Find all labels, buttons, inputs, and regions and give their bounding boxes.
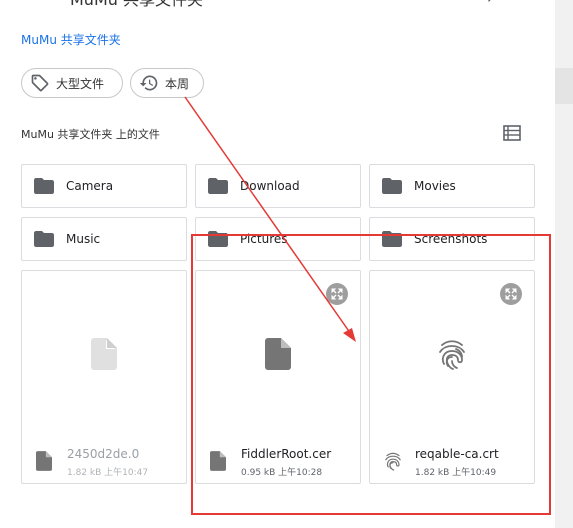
folder-label: Movies — [414, 179, 456, 193]
fingerprint-icon — [385, 452, 401, 471]
folder-screenshots[interactable]: Screenshots — [369, 217, 535, 261]
list-view-icon[interactable] — [503, 125, 521, 141]
folder-movies[interactable]: Movies — [369, 164, 535, 208]
tag-icon — [31, 74, 49, 92]
folder-label: Music — [66, 232, 101, 246]
chip-this-week[interactable]: 本周 — [130, 68, 204, 98]
history-icon — [139, 75, 158, 91]
document-icon — [265, 338, 291, 370]
file-preview — [22, 271, 186, 437]
document-icon — [36, 451, 52, 471]
folder-icon — [208, 178, 228, 194]
folder-music[interactable]: Music — [21, 217, 187, 261]
document-icon — [91, 338, 117, 370]
background-strip — [555, 68, 573, 104]
folder-label: Camera — [66, 179, 114, 193]
folder-pictures[interactable]: Pictures — [195, 217, 361, 261]
file-meta: 1.82 kB 上午10:49 — [415, 468, 497, 478]
file-card-fiddlerroot[interactable]: FiddlerRoot.cer 0.95 kB 上午10:28 — [195, 270, 361, 484]
document-icon — [210, 451, 226, 471]
file-meta: 0.95 kB 上午10:28 — [241, 468, 323, 478]
breadcrumb-root[interactable]: MuMu 共享文件夹 — [21, 31, 121, 48]
folder-download[interactable]: Download — [195, 164, 361, 208]
chip-label: 本周 — [165, 76, 190, 91]
background-scrim — [555, 0, 573, 528]
folder-camera[interactable]: Camera — [21, 164, 187, 208]
chip-label: 大型文件 — [56, 76, 105, 91]
file-card-reqable[interactable]: reqable-ca.crt 1.82 kB 上午10:49 — [369, 270, 535, 484]
expand-icon[interactable] — [326, 283, 348, 305]
file-name: FiddlerRoot.cer — [241, 447, 332, 461]
folder-label: Download — [240, 179, 300, 193]
file-card-2450d2de: 2450d2de.0 1.82 kB 上午10:47 — [21, 270, 187, 484]
folder-icon — [34, 178, 54, 194]
folder-icon — [382, 178, 402, 194]
folder-label: Screenshots — [414, 232, 488, 246]
folder-icon — [208, 231, 228, 247]
file-name: reqable-ca.crt — [415, 447, 499, 461]
open-external-icon[interactable]: ↗ — [486, 0, 498, 6]
chip-large-files[interactable]: 大型文件 — [21, 68, 123, 98]
file-picker-dialog: MuMu 共享文件夹 ↗ MuMu 共享文件夹 大型文件 本周 MuMu 共享文… — [0, 0, 555, 528]
expand-icon[interactable] — [500, 283, 522, 305]
folder-icon — [34, 231, 54, 247]
dialog-title: MuMu 共享文件夹 — [70, 0, 203, 10]
fingerprint-icon — [439, 340, 465, 370]
section-header: MuMu 共享文件夹 上的文件 — [21, 128, 160, 141]
folder-icon — [382, 231, 402, 247]
folder-label: Pictures — [240, 232, 288, 246]
file-name: 2450d2de.0 — [67, 447, 140, 461]
file-meta: 1.82 kB 上午10:47 — [67, 468, 149, 478]
